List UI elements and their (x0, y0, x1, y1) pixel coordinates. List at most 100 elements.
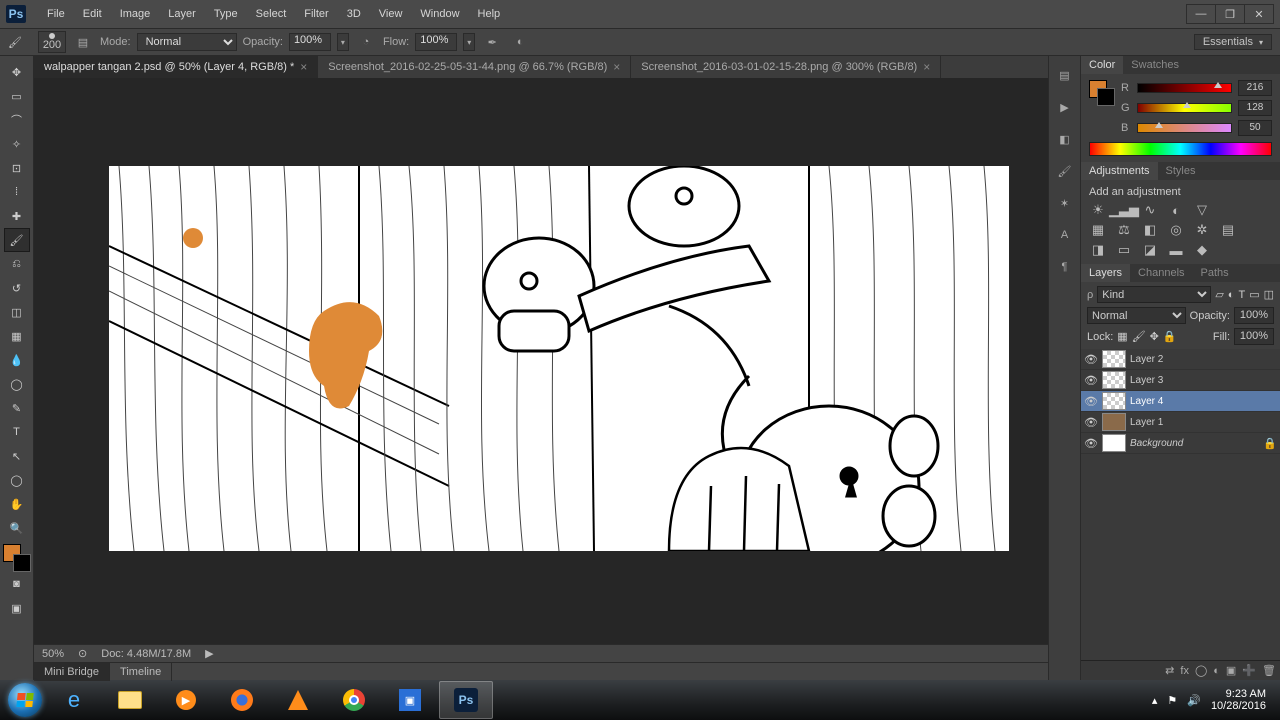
menu-help[interactable]: Help (469, 0, 510, 28)
tray-clock[interactable]: 9:23 AM 10/28/2016 (1211, 688, 1266, 712)
taskbar-ie[interactable]: e (47, 681, 101, 719)
layer-row[interactable]: 👁 Background 🔒 (1081, 433, 1280, 454)
taskbar-explorer[interactable] (103, 681, 157, 719)
opacity-dropdown-icon[interactable]: ▾ (337, 33, 349, 51)
marquee-tool[interactable]: ▭ (4, 84, 30, 108)
close-icon[interactable]: × (300, 60, 307, 74)
paragraph-panel-icon[interactable]: ¶ (1054, 256, 1076, 278)
menu-view[interactable]: View (370, 0, 412, 28)
start-button[interactable] (4, 680, 46, 720)
r-slider[interactable] (1137, 83, 1232, 93)
shape-tool[interactable]: ◯ (4, 468, 30, 492)
filter-type-icon[interactable]: T (1238, 289, 1245, 301)
curves-icon[interactable]: ∿ (1141, 202, 1159, 218)
eraser-tool[interactable]: ◫ (4, 300, 30, 324)
g-value-input[interactable]: 128 (1238, 100, 1272, 116)
layer-row[interactable]: 👁 Layer 1 (1081, 412, 1280, 433)
bw-icon[interactable]: ◧ (1141, 222, 1159, 238)
healing-tool[interactable]: ✚ (4, 204, 30, 228)
channels-tab[interactable]: Channels (1130, 264, 1192, 282)
visibility-icon[interactable]: 👁 (1084, 353, 1098, 366)
screenmode-toggle[interactable]: ▣ (4, 596, 30, 620)
brightness-icon[interactable]: ☀ (1089, 202, 1107, 218)
pen-tool[interactable]: ✎ (4, 396, 30, 420)
lasso-tool[interactable]: ⌒ (4, 108, 30, 132)
tray-volume-icon[interactable]: 🔊 (1187, 694, 1201, 707)
properties-panel-icon[interactable]: ◧ (1054, 128, 1076, 150)
color-panel-swatch[interactable] (1089, 80, 1115, 106)
brush-tool[interactable]: 🖌 (4, 228, 30, 252)
airbrush-icon[interactable]: ✒ (481, 32, 503, 52)
visibility-icon[interactable]: 👁 (1084, 416, 1098, 429)
timeline-tab[interactable]: Timeline (110, 663, 172, 681)
minibridge-tab[interactable]: Mini Bridge (34, 663, 110, 681)
pressure-size-icon[interactable]: ◐ (509, 32, 531, 52)
layer-name[interactable]: Layer 2 (1130, 354, 1277, 365)
menu-edit[interactable]: Edit (74, 0, 111, 28)
opacity-input[interactable]: 100% (289, 33, 331, 51)
menu-window[interactable]: Window (411, 0, 468, 28)
levels-icon[interactable]: ▁▃▅ (1115, 202, 1133, 218)
balance-icon[interactable]: ⚖ (1115, 222, 1133, 238)
window-close-button[interactable]: ✕ (1244, 4, 1274, 24)
layer-thumbnail[interactable] (1102, 350, 1126, 368)
wand-tool[interactable]: ✧ (4, 132, 30, 156)
color-swatch-selector[interactable] (3, 544, 31, 572)
layer-name[interactable]: Layer 3 (1130, 375, 1277, 386)
posterize-icon[interactable]: ▭ (1115, 242, 1133, 258)
document-tab-1[interactable]: walpapper tangan 2.psd @ 50% (Layer 4, R… (34, 56, 318, 78)
filter-pixel-icon[interactable]: ▱ (1215, 288, 1223, 301)
actions-panel-icon[interactable]: ▶ (1054, 96, 1076, 118)
brush-panel-icon[interactable]: ✶ (1054, 192, 1076, 214)
stamp-tool[interactable]: ⎌ (4, 252, 30, 276)
taskbar-vlc[interactable] (271, 681, 325, 719)
group-icon[interactable]: ▣ (1226, 664, 1236, 677)
delete-layer-icon[interactable]: 🗑 (1262, 664, 1276, 677)
flow-input[interactable]: 100% (415, 33, 457, 51)
tray-expand-icon[interactable]: ▴ (1152, 694, 1158, 707)
layer-thumbnail[interactable] (1102, 371, 1126, 389)
spectrum-bar[interactable] (1089, 142, 1272, 156)
tray-flag-icon[interactable]: ⚑ (1167, 694, 1177, 707)
vibrance-icon[interactable]: ▽ (1193, 202, 1211, 218)
blend-mode-select[interactable]: Normal (137, 33, 237, 51)
swatches-tab[interactable]: Swatches (1123, 56, 1187, 74)
lock-trans-icon[interactable]: ▦ (1117, 330, 1127, 343)
layer-fill-input[interactable]: 100% (1234, 328, 1274, 345)
taskbar-wmp[interactable]: ▶ (159, 681, 213, 719)
status-docsize[interactable]: Doc: 4.48M/17.8M (101, 648, 191, 660)
fill-adjust-icon[interactable]: ◐ (1213, 665, 1220, 677)
photo-filter-icon[interactable]: ◎ (1167, 222, 1185, 238)
layer-opacity-input[interactable]: 100% (1234, 307, 1274, 324)
visibility-icon[interactable]: 👁 (1084, 374, 1098, 387)
brush-presets-icon[interactable]: 🖌 (1054, 160, 1076, 182)
blur-tool[interactable]: 💧 (4, 348, 30, 372)
layer-name[interactable]: Layer 1 (1130, 417, 1277, 428)
menu-select[interactable]: Select (247, 0, 296, 28)
layer-thumbnail[interactable] (1102, 434, 1126, 452)
window-maximize-button[interactable]: ❐ (1215, 4, 1245, 24)
lock-all-icon[interactable]: 🔒 (1163, 330, 1177, 343)
layer-thumbnail[interactable] (1102, 392, 1126, 410)
history-brush-tool[interactable]: ↺ (4, 276, 30, 300)
brush-preset-picker[interactable]: 200 (38, 31, 66, 53)
r-value-input[interactable]: 216 (1238, 80, 1272, 96)
adjustments-tab[interactable]: Adjustments (1081, 162, 1158, 180)
history-panel-icon[interactable]: ▤ (1054, 64, 1076, 86)
window-minimize-button[interactable]: — (1186, 4, 1216, 24)
g-slider[interactable] (1137, 103, 1232, 113)
invert-icon[interactable]: ◨ (1089, 242, 1107, 258)
lock-move-icon[interactable]: ✥ (1150, 330, 1159, 343)
color-tab[interactable]: Color (1081, 56, 1123, 74)
taskbar-photoshop[interactable]: Ps (439, 681, 493, 719)
layer-name[interactable]: Layer 4 (1130, 396, 1277, 407)
styles-tab[interactable]: Styles (1158, 162, 1204, 180)
quickmask-toggle[interactable]: ◙ (4, 572, 30, 596)
link-layers-icon[interactable]: ⇄ (1165, 664, 1174, 677)
hue-icon[interactable]: ▦ (1089, 222, 1107, 238)
canvas[interactable] (109, 166, 1009, 551)
gradient-map-icon[interactable]: ▬ (1167, 242, 1185, 258)
menu-filter[interactable]: Filter (295, 0, 337, 28)
taskbar-chrome[interactable] (327, 681, 381, 719)
menu-layer[interactable]: Layer (159, 0, 205, 28)
